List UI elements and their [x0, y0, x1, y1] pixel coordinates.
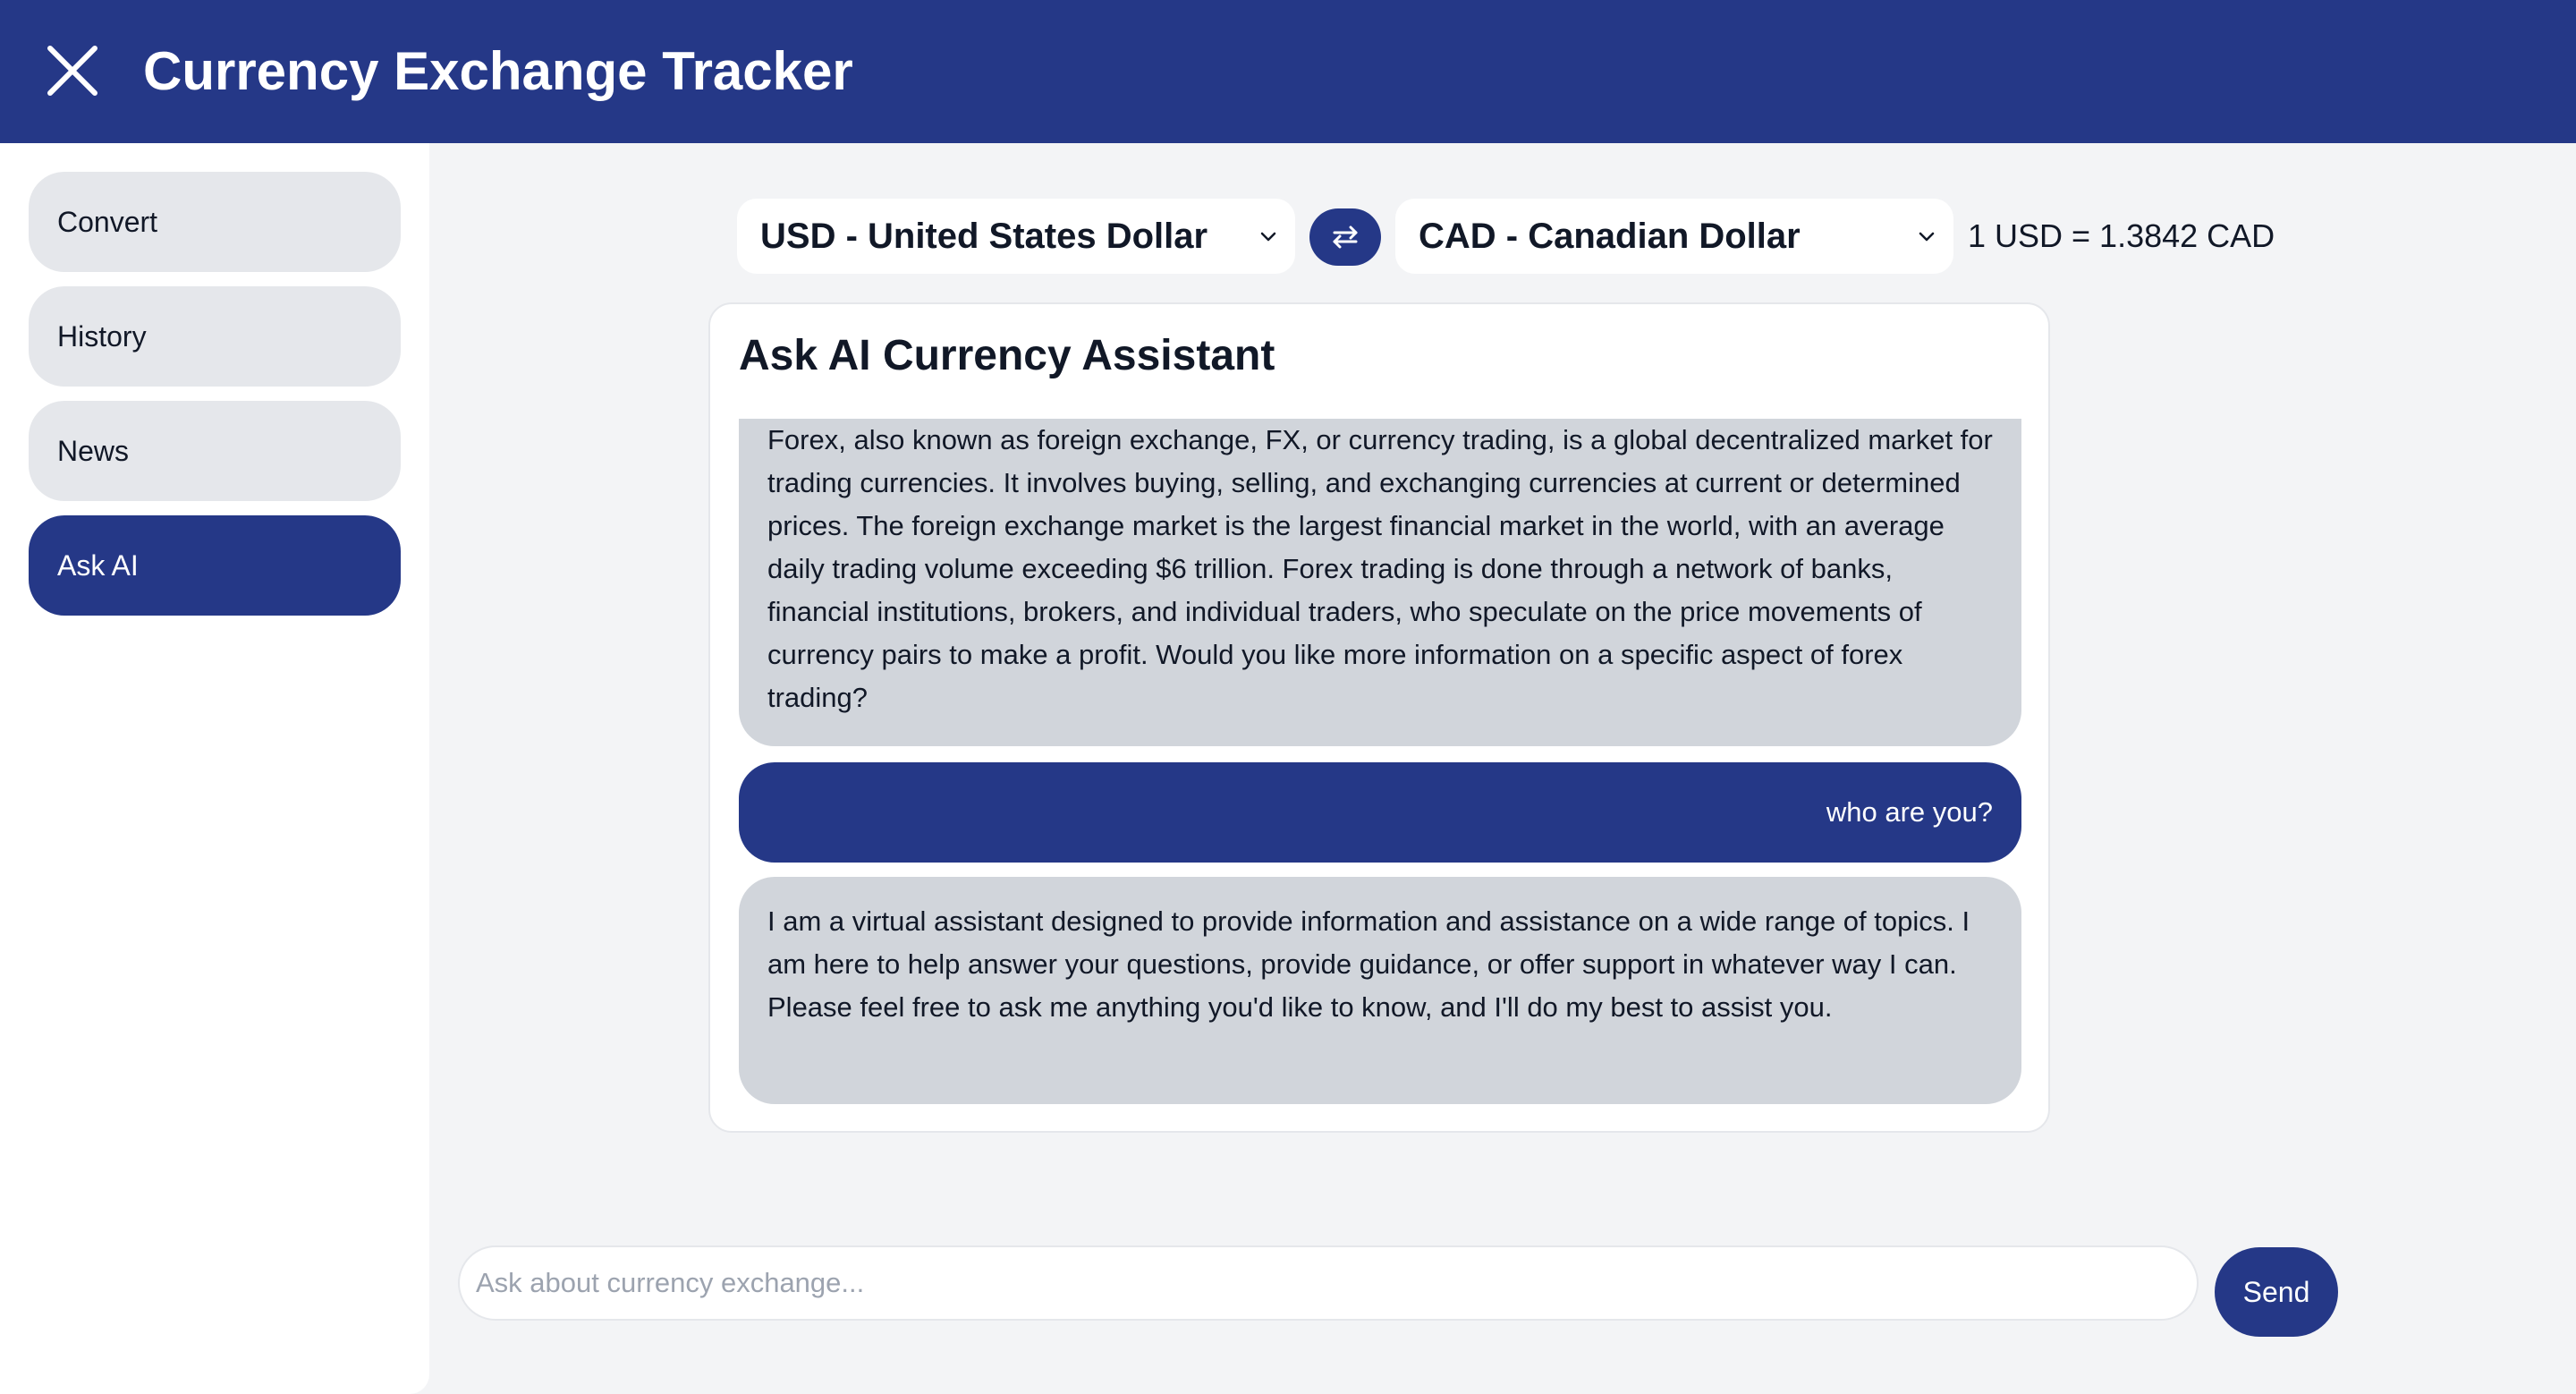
- sidebar-item-label: Convert: [57, 205, 158, 238]
- from-currency-select[interactable]: USD - United States Dollar: [737, 199, 1295, 274]
- from-currency-value: USD - United States Dollar: [760, 216, 1208, 256]
- close-icon: [47, 46, 97, 96]
- chat-title: Ask AI Currency Assistant: [739, 332, 1275, 379]
- chevron-down-icon: [1919, 232, 1935, 242]
- sidebar-item-label: Ask AI: [57, 548, 139, 582]
- chat-message-assistant: Forex, also known as foreign exchange, F…: [739, 419, 2021, 746]
- sidebar-item-label: News: [57, 434, 130, 467]
- sidebar-item-history[interactable]: History: [29, 286, 401, 387]
- chevron-down-icon: [1260, 232, 1276, 242]
- app-title: Currency Exchange Tracker: [143, 41, 853, 101]
- chat-message-assistant: I am a virtual assistant designed to pro…: [739, 877, 2021, 1104]
- send-button[interactable]: Send: [2215, 1247, 2338, 1337]
- message-text: who are you?: [1826, 796, 1993, 828]
- message-text: Forex, also known as foreign exchange, F…: [767, 424, 1993, 713]
- chat-input[interactable]: [458, 1245, 2199, 1321]
- chat-message-user: who are you?: [739, 762, 2021, 863]
- sidebar-item-label: History: [57, 319, 147, 353]
- to-currency-select[interactable]: CAD - Canadian Dollar: [1395, 199, 1953, 274]
- sidebar: Convert History News Ask AI: [0, 143, 429, 1394]
- app-header: Currency Exchange Tracker: [0, 0, 2576, 143]
- close-button[interactable]: [45, 43, 100, 98]
- exchange-rate-text: 1 USD = 1.3842 CAD: [1968, 217, 2275, 254]
- swap-currencies-button[interactable]: [1309, 208, 1381, 266]
- sidebar-item-convert[interactable]: Convert: [29, 172, 401, 272]
- sidebar-item-ask-ai[interactable]: Ask AI: [29, 515, 401, 616]
- swap-arrows-icon: [1333, 225, 1358, 249]
- message-text: I am a virtual assistant designed to pro…: [767, 905, 1970, 1023]
- sidebar-item-news[interactable]: News: [29, 401, 401, 501]
- chat-panel: Ask AI Currency Assistant Forex, also kn…: [708, 302, 2050, 1133]
- to-currency-value: CAD - Canadian Dollar: [1419, 216, 1801, 256]
